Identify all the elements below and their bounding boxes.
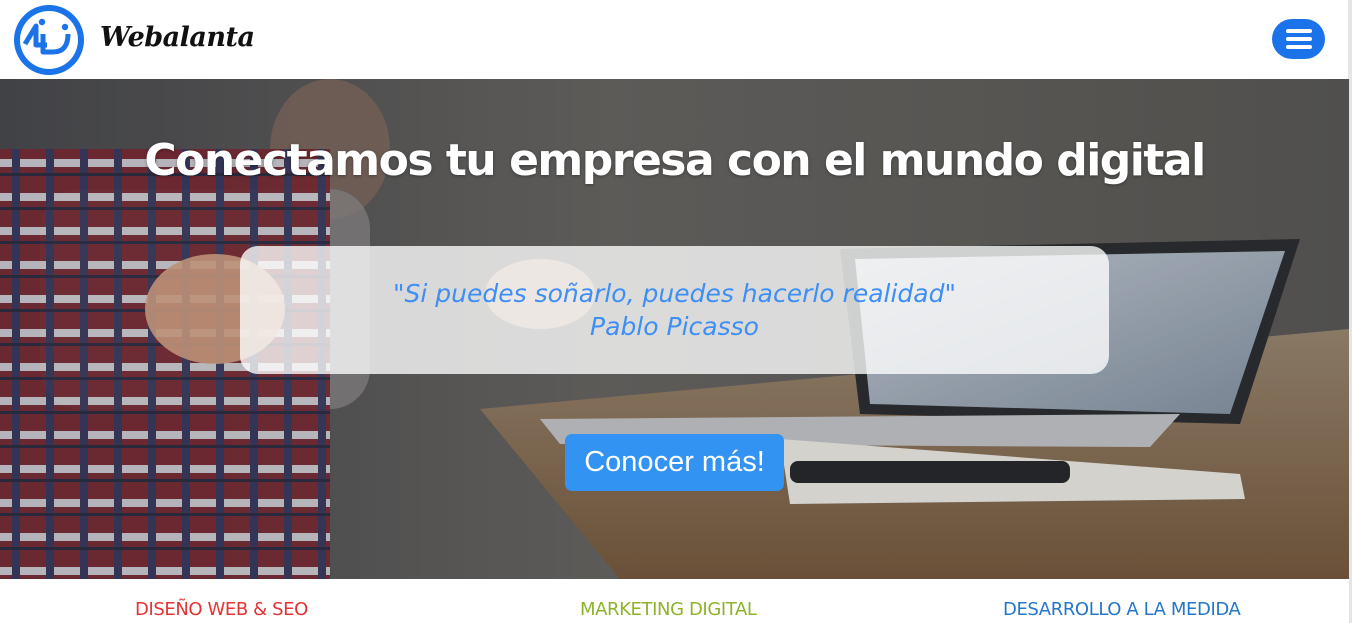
service-link-custom-development[interactable]: DESARROLLO A LA MEDIDA — [1003, 599, 1241, 620]
learn-more-button[interactable]: Conocer más! — [565, 434, 784, 491]
brand-name[interactable]: Webalanta — [100, 22, 255, 53]
menu-button[interactable] — [1272, 19, 1325, 59]
hamburger-menu-icon — [1285, 29, 1312, 49]
quote-author: Pablo Picasso — [590, 312, 759, 341]
site-header: Webalanta — [0, 0, 1352, 79]
services-bar: DISEÑO WEB & SEO MARKETING DIGITAL DESAR… — [0, 579, 1349, 623]
quote-card: "Si puedes soñarlo, puedes hacerlo reali… — [240, 246, 1109, 374]
hero-title: Conectamos tu empresa con el mundo digit… — [144, 135, 1206, 186]
service-link-digital-marketing[interactable]: MARKETING DIGITAL — [580, 599, 757, 620]
wd-monogram-logo-icon[interactable] — [13, 4, 85, 76]
hero-section: Conectamos tu empresa con el mundo digit… — [0, 79, 1349, 579]
quote-text: "Si puedes soñarlo, puedes hacerlo reali… — [393, 279, 956, 308]
service-link-web-design-seo[interactable]: DISEÑO WEB & SEO — [135, 599, 308, 620]
